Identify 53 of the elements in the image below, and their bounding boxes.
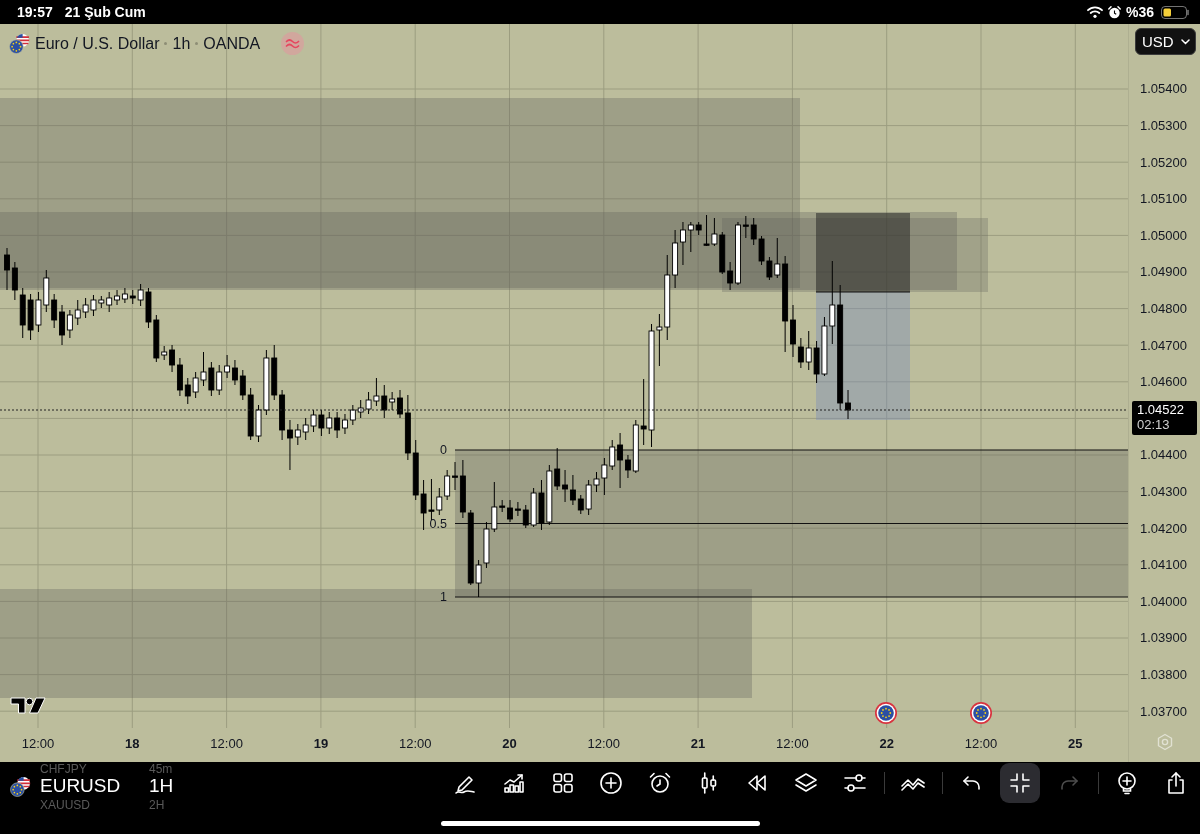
time-axis-label: 12:00 xyxy=(776,735,809,751)
event-flag-icon[interactable] xyxy=(875,702,897,724)
currency-dropdown[interactable]: USD xyxy=(1135,28,1196,55)
chevron-down-icon xyxy=(1181,38,1190,45)
price-axis-label: 1.05000 xyxy=(1140,227,1187,243)
logo-icon xyxy=(10,697,46,714)
price-axis-label: 1.03900 xyxy=(1140,630,1187,646)
time-axis-label: 12:00 xyxy=(21,735,55,751)
clock-time: 19:57 xyxy=(17,4,53,20)
exit-fullscreen-button[interactable] xyxy=(1000,763,1041,803)
price-axis-label: 1.04100 xyxy=(1140,557,1187,573)
symbol-picker-item[interactable]: EURUSD 1H xyxy=(10,775,174,797)
fib-level-label: 0 xyxy=(440,443,447,457)
flags-icon xyxy=(9,33,30,54)
symbol-name: Euro / U.S. Dollar xyxy=(35,34,160,53)
price-axis-label: 1.04800 xyxy=(1140,301,1187,317)
time-axis-label: 20 xyxy=(502,735,517,751)
time-axis-label: 25 xyxy=(1068,735,1083,751)
price-axis-label: 1.05200 xyxy=(1140,154,1187,170)
status-date: 21 Şub Cum xyxy=(64,4,146,20)
time-axis-label: 21 xyxy=(690,735,706,751)
time-axis-label: 12:00 xyxy=(587,735,621,751)
time-axis-label: 18 xyxy=(125,735,140,751)
fib-level-label: 1 xyxy=(440,590,447,604)
price-axis-label: 1.05100 xyxy=(1140,191,1187,207)
fib-level-label: 0.5 xyxy=(429,516,447,531)
alarm-clock-icon xyxy=(1107,5,1121,19)
current-price: 1.04522 xyxy=(1137,403,1185,418)
wave-icon xyxy=(281,32,305,55)
time-axis-label: 22 xyxy=(879,735,894,751)
price-axis-label: 1.04000 xyxy=(1140,593,1187,609)
wifi-icon xyxy=(1086,6,1103,18)
battery-icon xyxy=(1161,5,1190,19)
time-axis-label: 19 xyxy=(313,735,329,751)
price-axis-label: 1.04600 xyxy=(1140,374,1187,390)
event-flag-icon[interactable] xyxy=(970,702,992,724)
time-axis-label: 12:00 xyxy=(964,735,998,751)
price-axis-label: 1.05300 xyxy=(1140,118,1187,134)
interval-label: 1h xyxy=(172,34,191,53)
exchange-name: OANDA xyxy=(203,34,261,53)
price-axis-label: 1.04700 xyxy=(1140,337,1187,353)
price-axis-label: 1.04900 xyxy=(1140,264,1187,280)
price-axis-label: 1.04300 xyxy=(1140,484,1187,499)
price-axis-label: 1.05400 xyxy=(1140,81,1187,97)
price-axis-label: 1.03700 xyxy=(1140,703,1187,719)
price-axis-label: 1.03800 xyxy=(1140,667,1187,682)
time-axis-label: 12:00 xyxy=(210,735,243,751)
price-axis-label: 1.04200 xyxy=(1140,520,1187,536)
time-axis-label: 12:00 xyxy=(398,735,432,751)
battery-percentage: %36 xyxy=(1125,4,1154,20)
price-axis-label: 1.04400 xyxy=(1140,447,1187,463)
bar-countdown: 02:13 xyxy=(1137,418,1171,433)
flags-icon xyxy=(10,775,31,797)
